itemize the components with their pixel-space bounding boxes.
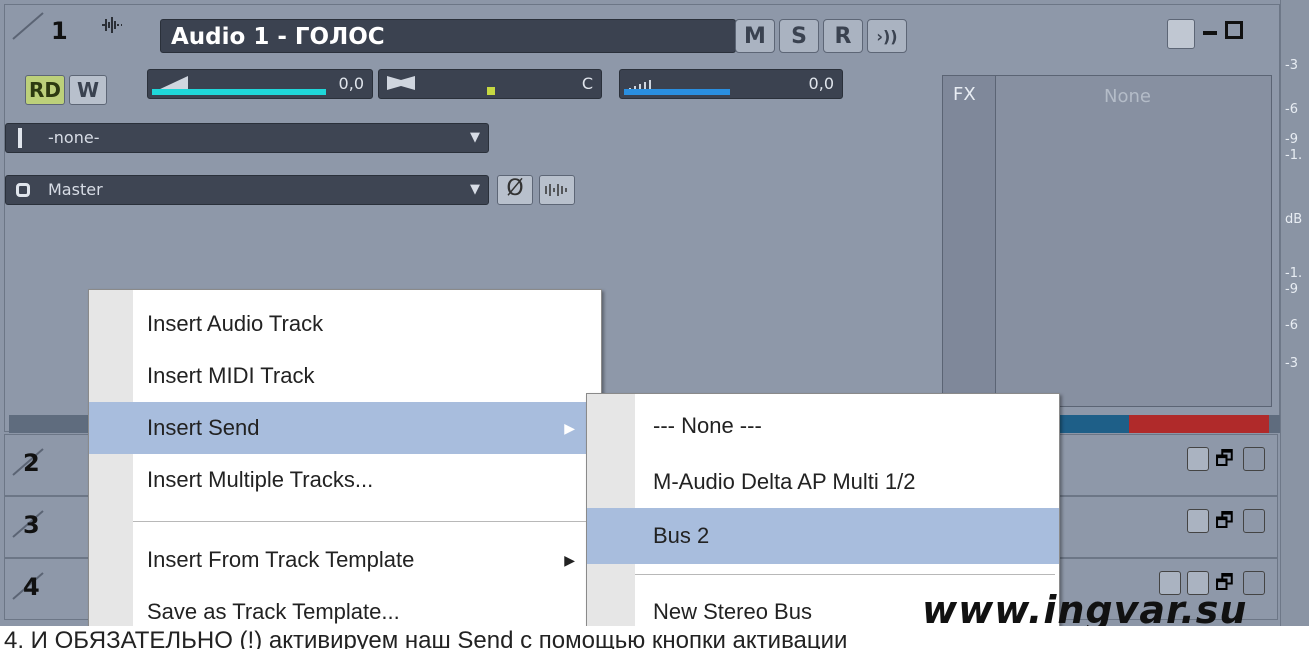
fx-slot-empty: None xyxy=(1104,86,1151,107)
input-select-value: -none- xyxy=(48,128,100,147)
track-number: 3 xyxy=(23,511,40,539)
vu-tick: -9 xyxy=(1285,282,1298,297)
vu-tick: -1. xyxy=(1285,148,1303,163)
write-automation-button[interactable]: W xyxy=(69,75,107,105)
volume-slider[interactable]: 0,0 xyxy=(147,69,373,99)
track-number: 2 xyxy=(23,449,40,477)
mute-button[interactable]: M xyxy=(735,19,775,53)
submenu-arrow-icon: ▶ xyxy=(564,420,575,436)
output-icon xyxy=(16,183,30,197)
submenu-arrow-icon: ▶ xyxy=(564,552,575,568)
menu-separator xyxy=(133,521,595,522)
maximize-icon[interactable] xyxy=(1225,21,1243,39)
track-number: 4 xyxy=(23,573,40,601)
pan-value: C xyxy=(581,74,593,93)
record-arm-button[interactable]: R xyxy=(823,19,863,53)
width-icon xyxy=(629,80,651,90)
pan-slider[interactable]: C xyxy=(378,69,602,99)
track-drag-handle-icon[interactable] xyxy=(11,11,45,41)
track-number: 1 xyxy=(51,17,68,45)
monitor-button[interactable]: ›)) xyxy=(867,19,907,53)
vu-tick: -1. xyxy=(1285,266,1303,281)
menu-item-insert-from-track-template[interactable]: Insert From Track Template ▶ xyxy=(89,534,601,586)
track-options-icon[interactable] xyxy=(1167,19,1195,49)
pan-center-marker xyxy=(487,87,495,95)
meter-clip-segment xyxy=(1129,415,1269,433)
track-window-controls: 🗗 xyxy=(1187,509,1265,533)
menu-item-insert-midi-track[interactable]: Insert MIDI Track xyxy=(89,350,601,402)
caption-text: 4. И ОБЯЗАТЕЛЬНО (!) активируем наш Send… xyxy=(0,626,1309,649)
send-item-none[interactable]: --- None --- xyxy=(587,398,1059,454)
volume-level-bar xyxy=(152,89,326,95)
dropdown-arrow-icon: ▼ xyxy=(470,182,480,197)
submenu-separator xyxy=(635,574,1055,575)
vu-tick: -3 xyxy=(1285,356,1298,371)
menu-item-insert-audio-track[interactable]: Insert Audio Track xyxy=(89,298,601,350)
solo-button[interactable]: S xyxy=(779,19,819,53)
vu-tick: -9 xyxy=(1285,132,1298,147)
output-select-value: Master xyxy=(48,180,103,199)
minimize-icon[interactable] xyxy=(1203,31,1217,35)
maximize-icon[interactable] xyxy=(1243,447,1265,471)
vu-tick: -3 xyxy=(1285,58,1298,73)
volume-ramp-icon xyxy=(158,76,188,90)
volume-value: 0,0 xyxy=(338,74,364,93)
input-icon xyxy=(18,128,22,148)
menu-item-insert-send[interactable]: Insert Send ▶ xyxy=(89,402,601,454)
fx-panel[interactable]: FX None xyxy=(942,75,1272,407)
vu-tick: -6 xyxy=(1285,102,1298,117)
send-item-m-audio-delta[interactable]: M-Audio Delta AP Multi 1/2 xyxy=(587,454,1059,510)
width-level-bar xyxy=(624,89,730,95)
fx-label: FX xyxy=(953,84,976,105)
track-context-menu: Insert Audio Track Insert MIDI Track Ins… xyxy=(88,289,602,638)
menu-item-insert-multiple-tracks[interactable]: Insert Multiple Tracks... xyxy=(89,454,601,506)
track-name-field[interactable]: Audio 1 - ГОЛОС xyxy=(160,19,736,53)
input-select[interactable]: -none- ▼ xyxy=(5,123,489,153)
meter-level-segment xyxy=(1059,415,1129,433)
pan-icon xyxy=(387,76,415,90)
restore-icon[interactable]: 🗗 xyxy=(1215,447,1237,471)
width-value: 0,0 xyxy=(808,74,834,93)
read-automation-button[interactable]: RD xyxy=(25,75,65,105)
phase-invert-icon[interactable]: Ø xyxy=(497,175,533,205)
audio-wave-icon xyxy=(102,17,122,33)
maximize-icon[interactable] xyxy=(1243,509,1265,533)
vu-unit: dB xyxy=(1285,212,1303,227)
dropdown-arrow-icon: ▼ xyxy=(470,130,480,145)
fx-slot-list[interactable]: None xyxy=(995,76,1271,406)
track-window-controls: 🗗 xyxy=(1187,447,1265,471)
track-options-icon[interactable] xyxy=(1187,447,1209,471)
width-slider[interactable]: 0,0 xyxy=(619,69,843,99)
mono-stereo-icon[interactable] xyxy=(539,175,575,205)
send-item-bus-2[interactable]: Bus 2 xyxy=(587,508,1059,564)
track-options-icon[interactable] xyxy=(1187,509,1209,533)
restore-icon[interactable]: 🗗 xyxy=(1215,509,1237,533)
vu-tick: -6 xyxy=(1285,318,1298,333)
output-select[interactable]: Master ▼ xyxy=(5,175,489,205)
vu-scale: -3 -6 -9 -1. dB -1. -9 -6 -3 xyxy=(1280,0,1309,636)
